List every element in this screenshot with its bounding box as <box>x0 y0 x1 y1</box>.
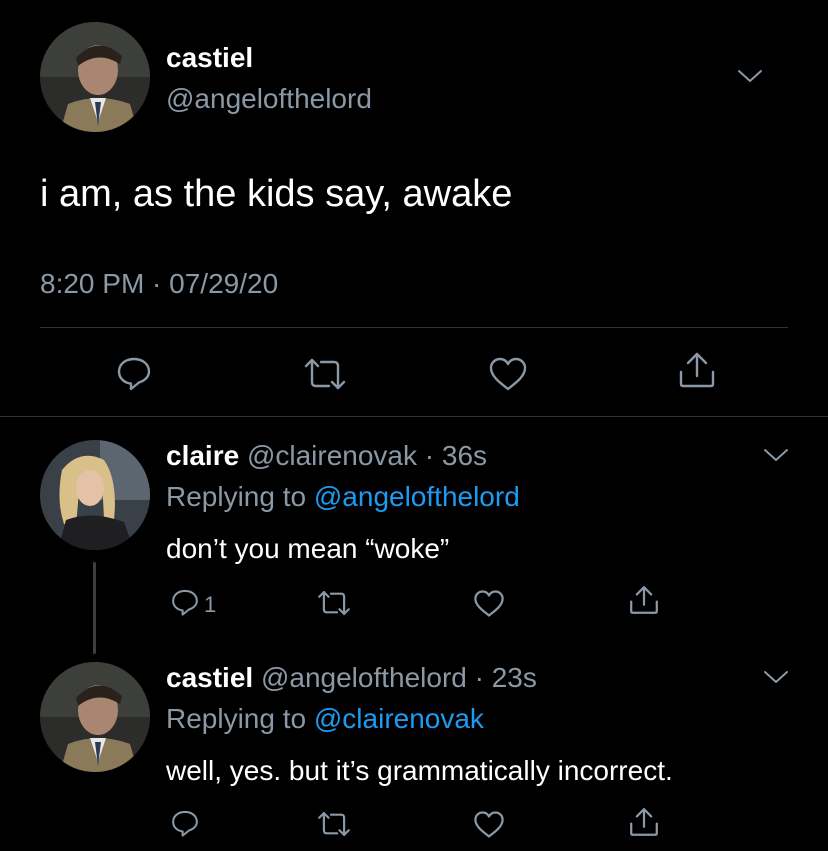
reply-icon[interactable] <box>115 354 153 392</box>
share-icon[interactable] <box>628 584 660 616</box>
reply-handle-time[interactable]: @clairenovak · 36s <box>247 440 487 471</box>
reply-icon[interactable] <box>170 587 200 617</box>
chevron-down-icon[interactable] <box>763 669 789 685</box>
avatar-castiel[interactable] <box>40 662 150 772</box>
replying-prefix: Replying to <box>166 703 307 734</box>
retweet-icon[interactable] <box>316 810 352 838</box>
divider <box>40 327 788 328</box>
section-divider <box>0 416 828 417</box>
author-display-name[interactable]: castiel <box>166 42 253 74</box>
retweet-icon[interactable] <box>302 356 348 392</box>
chevron-down-icon[interactable] <box>737 68 763 84</box>
author-handle[interactable]: @angelofthelord <box>166 83 372 115</box>
replying-to-line: Replying to @angelofthelord <box>166 481 520 513</box>
like-icon[interactable] <box>473 810 505 839</box>
replying-to-line: Replying to @clairenovak <box>166 703 484 735</box>
reply-text: well, yes. but it’s grammatically incorr… <box>166 755 673 786</box>
avatar-castiel[interactable] <box>40 22 150 132</box>
replying-to-link[interactable]: @angelofthelord <box>314 481 520 512</box>
share-icon[interactable] <box>628 806 660 838</box>
reply-handle-time[interactable]: @angelofthelord · 23s <box>261 662 537 693</box>
avatar-image <box>40 440 150 550</box>
reply-text: don’t you mean “woke” <box>166 533 450 564</box>
chevron-down-icon[interactable] <box>763 447 789 463</box>
retweet-icon[interactable] <box>316 589 352 617</box>
like-icon[interactable] <box>473 589 505 618</box>
replying-to-link[interactable]: @clairenovak <box>314 703 484 734</box>
reply-icon[interactable] <box>170 808 200 838</box>
reply-display-name[interactable]: castiel <box>166 662 253 693</box>
reply-display-name[interactable]: claire <box>166 440 239 471</box>
reply-header: castiel @angelofthelord · 23s <box>166 662 537 694</box>
tweet-text: i am, as the kids say, awake <box>40 173 513 215</box>
reply-count: 1 <box>204 592 217 617</box>
tweet-timestamp: 8:20 PM · 07/29/20 <box>40 268 279 299</box>
like-icon[interactable] <box>488 356 528 392</box>
avatar-claire[interactable] <box>40 440 150 550</box>
avatar-image <box>40 662 150 772</box>
share-icon[interactable] <box>677 350 717 390</box>
avatar-image <box>40 22 150 132</box>
reply-header: claire @clairenovak · 36s <box>166 440 487 472</box>
thread-line <box>93 562 96 654</box>
replying-prefix: Replying to <box>166 481 307 512</box>
